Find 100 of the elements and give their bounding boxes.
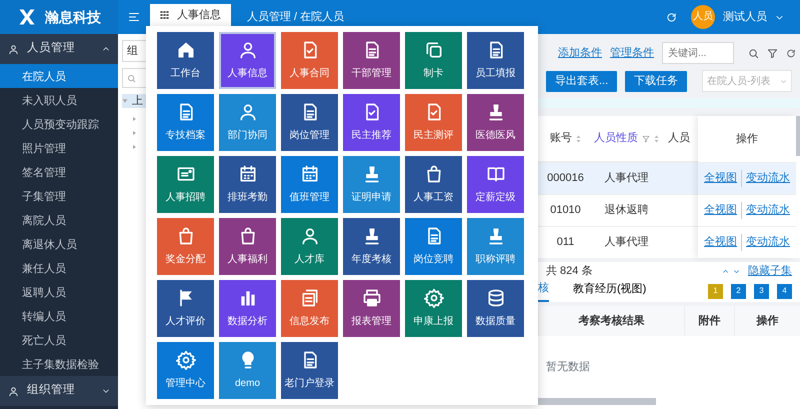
app-tile[interactable]: 干部管理: [343, 32, 400, 89]
sidebar-item[interactable]: 离院人员: [0, 208, 118, 232]
app-tile[interactable]: 医德医风: [467, 94, 524, 151]
app-tile[interactable]: 人事工资: [405, 156, 462, 213]
sidebar-item[interactable]: 兼任人员: [0, 256, 118, 280]
row-action-link[interactable]: 变动流水: [741, 202, 790, 219]
app-tile[interactable]: 工作台: [157, 32, 214, 89]
person-icon: [8, 44, 19, 54]
chevron-up-icon: [102, 45, 110, 53]
header-tab[interactable]: 人事信息: [150, 4, 231, 26]
app-tile[interactable]: 申康上报: [405, 280, 462, 337]
app-tile[interactable]: 报表管理: [343, 280, 400, 337]
app-tile[interactable]: 证明申请: [343, 156, 400, 213]
app-tile[interactable]: 人事招聘: [157, 156, 214, 213]
app-tile[interactable]: 专技档案: [157, 94, 214, 151]
column-label: 账号: [550, 131, 572, 146]
sidebar-item[interactable]: 子集管理: [0, 184, 118, 208]
person-icon: [238, 40, 258, 60]
chevron-down-icon: [102, 387, 110, 395]
documents-icon: [300, 288, 320, 308]
app-tile[interactable]: 民主测评: [405, 94, 462, 151]
chevron-up-icon[interactable]: [722, 268, 729, 274]
app-tile[interactable]: 定薪定级: [467, 156, 524, 213]
sidebar-item[interactable]: 主子集数据检验: [0, 352, 118, 376]
page-button[interactable]: 3: [754, 284, 769, 298]
app-tile[interactable]: 排班考勤: [219, 156, 276, 213]
menu-toggle-icon[interactable]: [128, 11, 140, 23]
app-tile[interactable]: 老门户登录: [281, 342, 338, 399]
user-name[interactable]: 测试人员: [723, 8, 767, 26]
search-field[interactable]: 关键词...: [662, 42, 734, 64]
app-tile[interactable]: 岗位管理: [281, 94, 338, 151]
house-icon: [176, 40, 196, 60]
app-tile[interactable]: 管理中心: [157, 342, 214, 399]
person-icon: [8, 386, 19, 396]
grid-icon: [160, 10, 169, 20]
filter-icon[interactable]: [767, 48, 778, 58]
table-row[interactable]: 000016 人事代理: [538, 162, 698, 194]
app-tile[interactable]: 部门协同: [219, 94, 276, 151]
app-tile[interactable]: demo: [219, 342, 276, 399]
sidebar-group[interactable]: 组织管理: [0, 376, 118, 406]
row-action-link[interactable]: 变动流水: [741, 234, 790, 251]
calendar-icon: [238, 164, 258, 184]
app-tile[interactable]: 人才库: [281, 218, 338, 275]
scrollbar-thumb[interactable]: [796, 116, 800, 156]
row-action-link[interactable]: 变动流水: [741, 170, 790, 187]
sidebar-item[interactable]: 死亡人员: [0, 328, 118, 352]
app-tile[interactable]: 人事合同: [281, 32, 338, 89]
app-tile[interactable]: 数据分析: [219, 280, 276, 337]
page-button[interactable]: 2: [731, 284, 746, 298]
refresh-icon[interactable]: [786, 48, 796, 58]
app-tile[interactable]: 信息发布: [281, 280, 338, 337]
logo-text: 瀚息科技: [45, 8, 101, 26]
row-action-link[interactable]: 全视图: [704, 234, 738, 251]
action-button[interactable]: 下载任务: [625, 70, 688, 92]
caret-right-icon[interactable]: [132, 144, 137, 150]
sidebar-item[interactable]: 人员预变动跟踪: [0, 112, 118, 136]
sidebar-item[interactable]: 照片管理: [0, 136, 118, 160]
sidebar-item[interactable]: 返聘人员: [0, 280, 118, 304]
gear-icon: [176, 350, 196, 370]
select-value: 在院人员-列表: [707, 74, 770, 88]
subset-tab[interactable]: 教育经历(视图): [573, 281, 646, 301]
sort-icon[interactable]: [654, 134, 659, 142]
person-icon: [238, 102, 258, 122]
chevron-down-icon[interactable]: [733, 268, 740, 274]
toolbar-link[interactable]: 管理条件: [610, 44, 654, 62]
sort-icon[interactable]: [576, 134, 581, 142]
sidebar-item[interactable]: 未入职人员: [0, 88, 118, 112]
scrollbar-thumb[interactable]: [538, 398, 656, 405]
sidebar-item[interactable]: 离退休人员: [0, 232, 118, 256]
app-tile[interactable]: 人才评价: [157, 280, 214, 337]
app-tile[interactable]: 年度考核: [343, 218, 400, 275]
caret-right-icon[interactable]: [132, 130, 137, 136]
sidebar-item[interactable]: 转编人员: [0, 304, 118, 328]
chevron-down-icon: [780, 78, 787, 84]
caret-right-icon[interactable]: [132, 116, 137, 122]
app-tile[interactable]: 人事信息: [219, 32, 276, 89]
hide-subset-link[interactable]: 隐藏子集: [748, 262, 792, 280]
row-action-link[interactable]: 全视图: [704, 170, 738, 187]
app-tile[interactable]: 职称评聘: [467, 218, 524, 275]
app-tile[interactable]: 民主推荐: [343, 94, 400, 151]
app-tile[interactable]: 岗位竞聘: [405, 218, 462, 275]
toolbar-link[interactable]: 添加条件: [558, 44, 602, 62]
sidebar-item[interactable]: 签名管理: [0, 160, 118, 184]
app-tile[interactable]: 人事福利: [219, 218, 276, 275]
filter-icon[interactable]: [642, 134, 650, 142]
app-tile[interactable]: 值班管理: [281, 156, 338, 213]
sidebar-item[interactable]: 在院人员: [0, 64, 118, 88]
app-tile[interactable]: 制卡: [405, 32, 462, 89]
app-tile[interactable]: 奖金分配: [157, 218, 214, 275]
row-action-link[interactable]: 全视图: [704, 202, 738, 219]
table-cell-text: 011: [556, 235, 574, 250]
page-button[interactable]: 4: [777, 284, 792, 298]
app-tile[interactable]: 数据质量: [467, 280, 524, 337]
action-button[interactable]: 导出套表...: [546, 70, 618, 92]
total-count: 共 824 条: [546, 264, 592, 279]
tree-node[interactable]: 上: [122, 94, 146, 108]
app-tile[interactable]: 员工填报: [467, 32, 524, 89]
column-label: 操作: [756, 314, 778, 329]
sidebar-group[interactable]: 人员管理: [0, 34, 118, 64]
search-icon[interactable]: [748, 48, 759, 58]
